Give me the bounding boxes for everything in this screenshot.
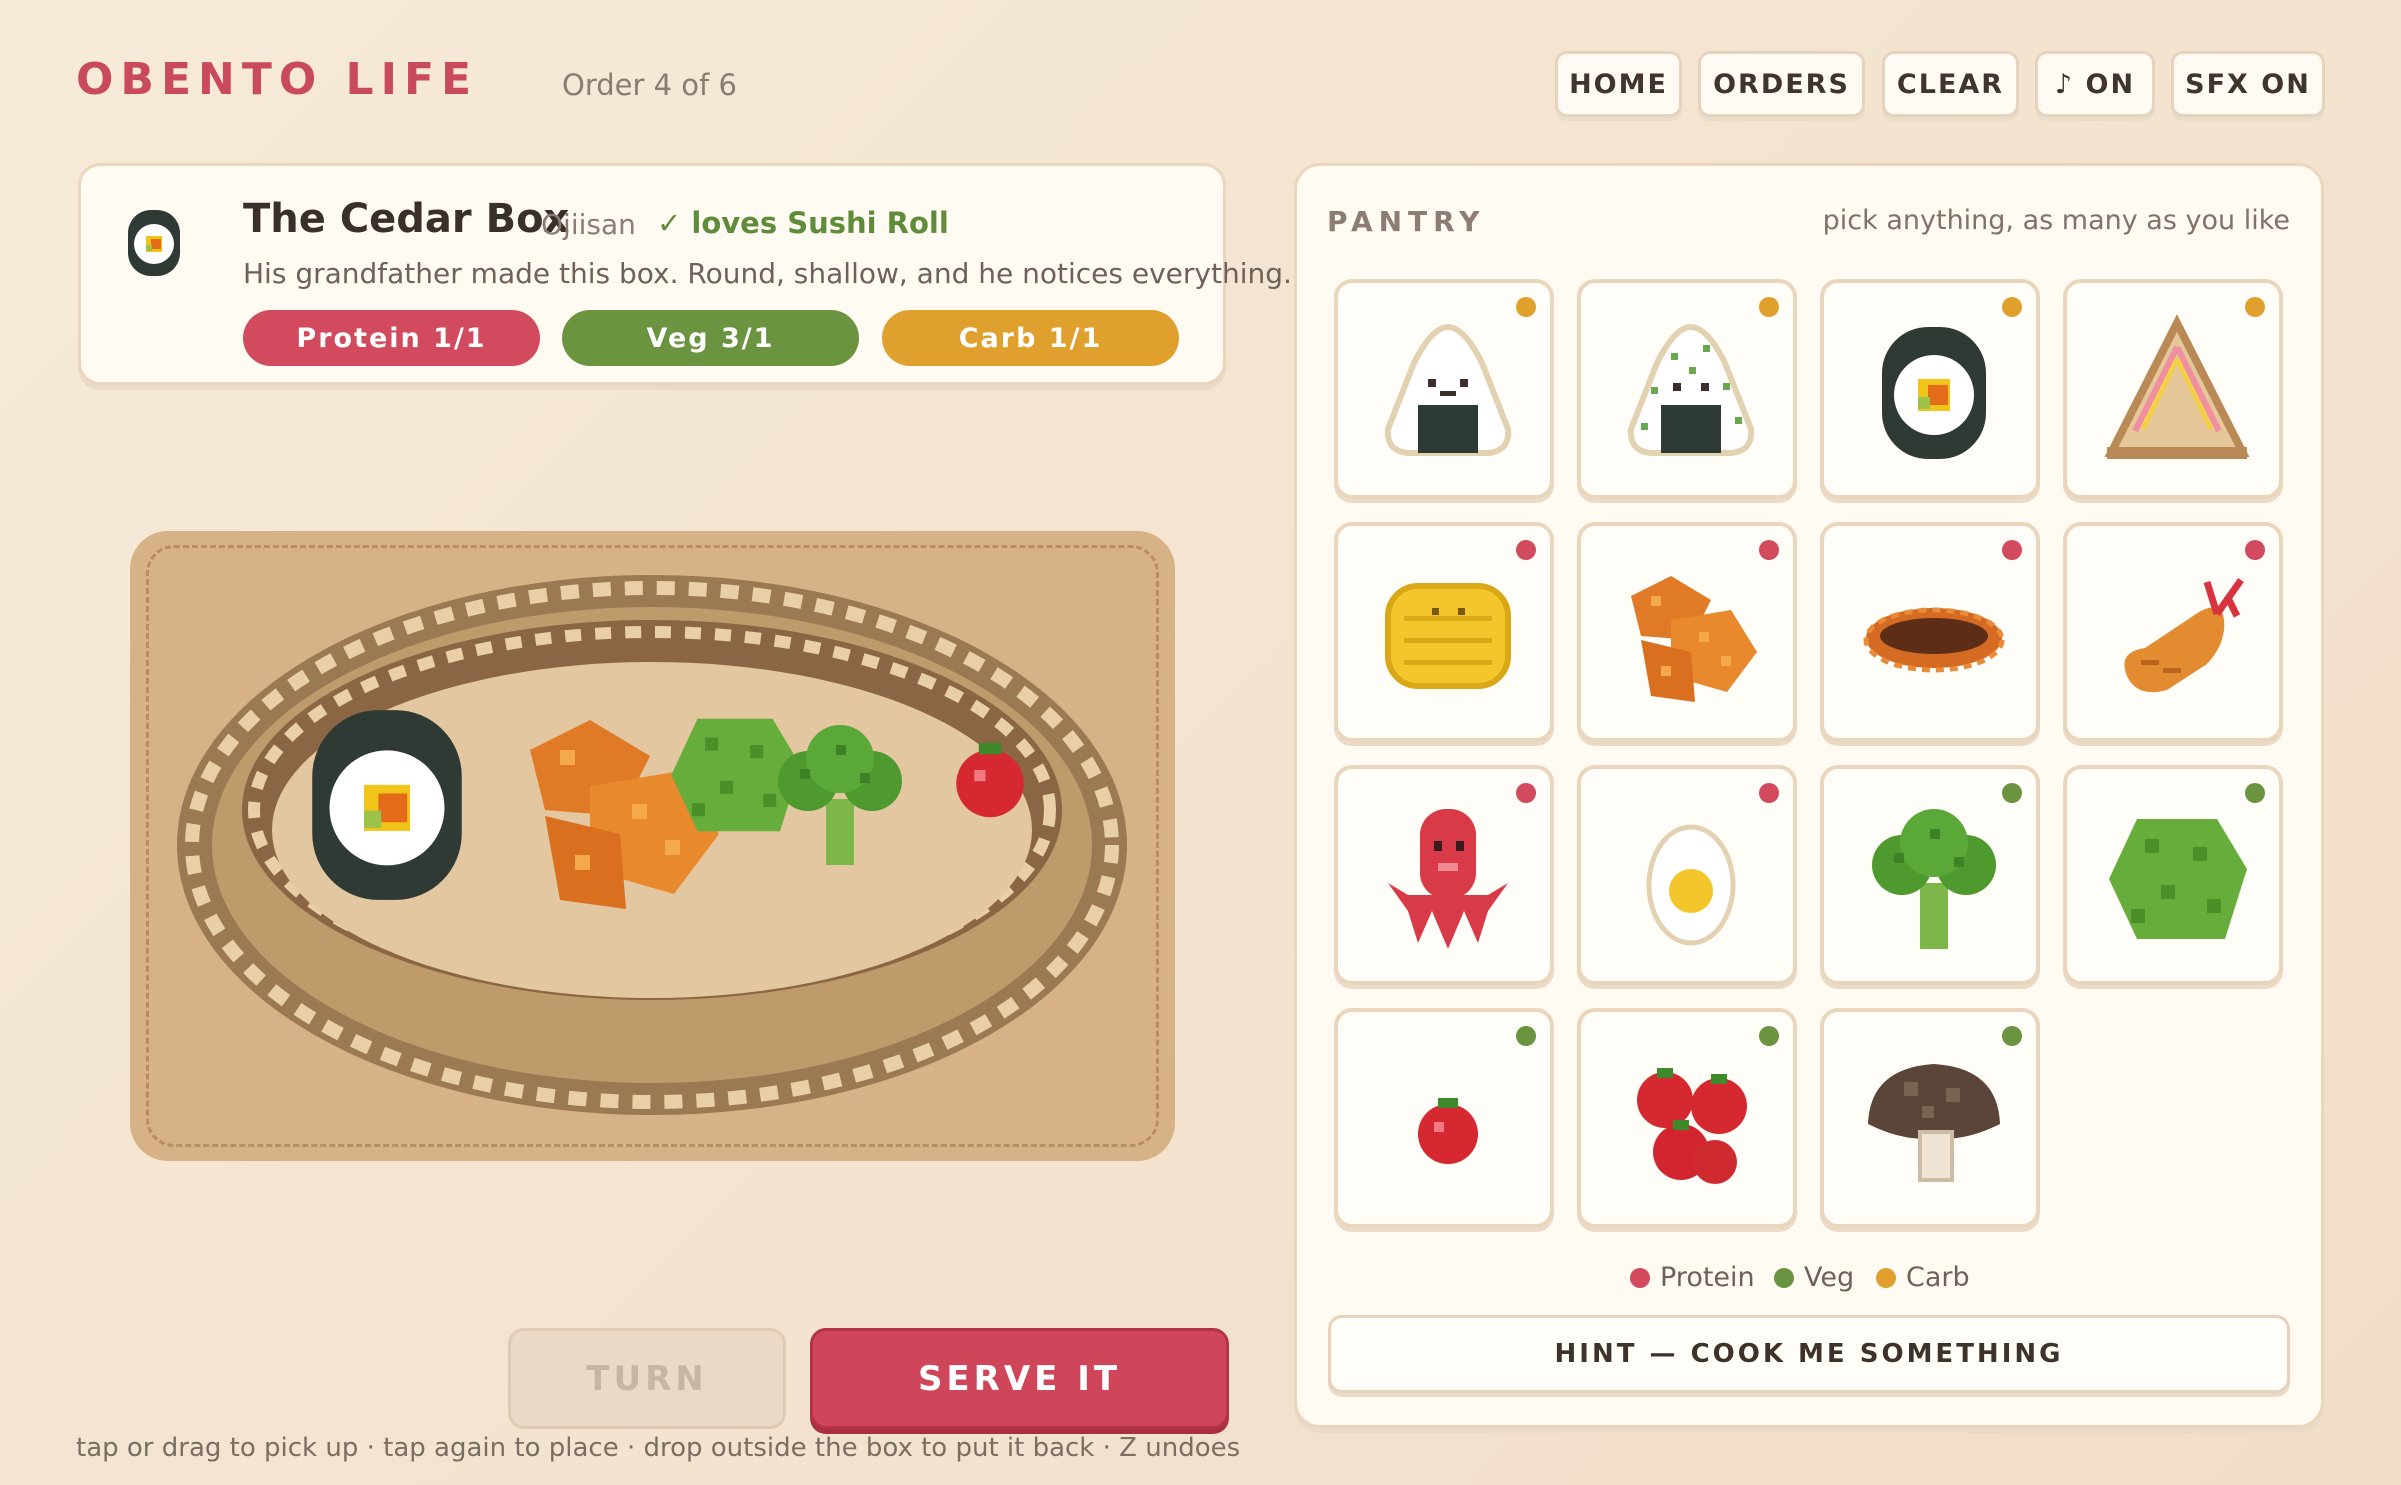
box-name: The Cedar Box (243, 196, 570, 242)
protein-dot (2002, 540, 2022, 560)
pantry-item-onigiri[interactable] (1334, 279, 1554, 499)
pantry-item-sushi-roll[interactable] (1820, 279, 2040, 499)
carb-dot (2245, 297, 2265, 317)
pantry-item-shiitake[interactable] (1820, 1008, 2040, 1228)
requirement-protein: Protein 1/1 (243, 310, 540, 366)
boiled-egg-icon (1611, 799, 1771, 959)
help-text: tap or drag to pick up · tap again to pl… (76, 1433, 1241, 1463)
pantry-hint: pick anything, as many as you like (1822, 205, 2290, 236)
game-title: OBENTO LIFE (76, 54, 479, 105)
ebi-fry-icon (2097, 556, 2257, 716)
protein-dot (1759, 783, 1779, 803)
sfx-toggle-button[interactable]: SFX ON (2171, 51, 2325, 117)
clear-button[interactable]: CLEAR (1882, 51, 2019, 117)
order-progress: Order 4 of 6 (562, 68, 737, 102)
veg-dot (2245, 783, 2265, 803)
carb-dot (1516, 297, 1536, 317)
serve-button[interactable]: SERVE IT (810, 1328, 1229, 1429)
shiitake-icon (1854, 1042, 2014, 1202)
legend-veg: Veg (1774, 1262, 1854, 1293)
carb-dot (1759, 297, 1779, 317)
legend-protein: Protein (1630, 1262, 1755, 1293)
tamagoyaki-icon (1368, 556, 1528, 716)
octopus-sausage-icon (1368, 799, 1528, 959)
pantry-item-hamburg-steak[interactable] (1820, 522, 2040, 742)
hint-button[interactable]: HINT — COOK ME SOMETHING (1328, 1315, 2290, 1393)
protein-dot (1516, 783, 1536, 803)
veg-dot (1774, 1267, 1794, 1288)
orders-button[interactable]: ORDERS (1698, 51, 1865, 117)
onigiri-icon (1368, 313, 1528, 473)
legend-label: Veg (1804, 1262, 1855, 1293)
lettuce-icon (2097, 799, 2257, 959)
legend-label: Carb (1906, 1262, 1970, 1293)
pantry-item-broccoli[interactable] (1820, 765, 2040, 985)
karaage-icon (1611, 556, 1771, 716)
requirement-carb: Carb 1/1 (882, 310, 1179, 366)
carb-dot (2002, 297, 2022, 317)
protein-dot (1516, 540, 1536, 560)
requirement-veg: Veg 3/1 (562, 310, 859, 366)
veg-dot (2002, 1026, 2022, 1046)
protein-dot (2245, 540, 2265, 560)
customer-preference: ✓ loves Sushi Roll (657, 206, 949, 240)
pantry-item-cherry-tomato[interactable] (1334, 1008, 1554, 1228)
pantry-item-boiled-egg[interactable] (1577, 765, 1797, 985)
veg-dot (2002, 783, 2022, 803)
veg-dot (1759, 1026, 1779, 1046)
pantry-item-tomatoes[interactable] (1577, 1008, 1797, 1228)
carb-dot (1876, 1267, 1896, 1288)
turn-button[interactable]: TURN (508, 1328, 786, 1429)
pantry-item-furikake-onigiri[interactable] (1577, 279, 1797, 499)
pantry-item-lettuce[interactable] (2063, 765, 2283, 985)
pantry-item-karaage[interactable] (1577, 522, 1797, 742)
pantry-title: PANTRY (1327, 205, 1486, 238)
cherry-tomato-icon (1368, 1042, 1528, 1202)
order-description: His grandfather made this box. Round, sh… (243, 257, 1292, 290)
hamburg-steak-icon (1854, 556, 2014, 716)
tomatoes-icon (1611, 1042, 1771, 1202)
home-button[interactable]: HOME (1555, 51, 1682, 117)
placed-sushi-roll[interactable] (312, 710, 462, 900)
protein-dot (1759, 540, 1779, 560)
sandwich-icon (2097, 313, 2257, 473)
sushi-roll-icon (1854, 313, 2014, 473)
pantry-item-octopus-sausage[interactable] (1334, 765, 1554, 985)
customer-name: Ojiisan (541, 208, 636, 241)
bento-box[interactable] (160, 560, 1145, 1130)
pantry-item-tamagoyaki[interactable] (1334, 522, 1554, 742)
veg-dot (1516, 1026, 1536, 1046)
furikake-onigiri-icon (1611, 313, 1771, 473)
music-toggle-button[interactable]: ♪ ON (2035, 51, 2155, 117)
pantry-item-sandwich[interactable] (2063, 279, 2283, 499)
legend-carb: Carb (1876, 1262, 1970, 1293)
broccoli-icon (1854, 799, 2014, 959)
legend-label: Protein (1660, 1262, 1755, 1293)
pantry-item-ebi-fry[interactable] (2063, 522, 2283, 742)
sushi-roll-icon (114, 196, 194, 290)
protein-dot (1630, 1267, 1650, 1288)
